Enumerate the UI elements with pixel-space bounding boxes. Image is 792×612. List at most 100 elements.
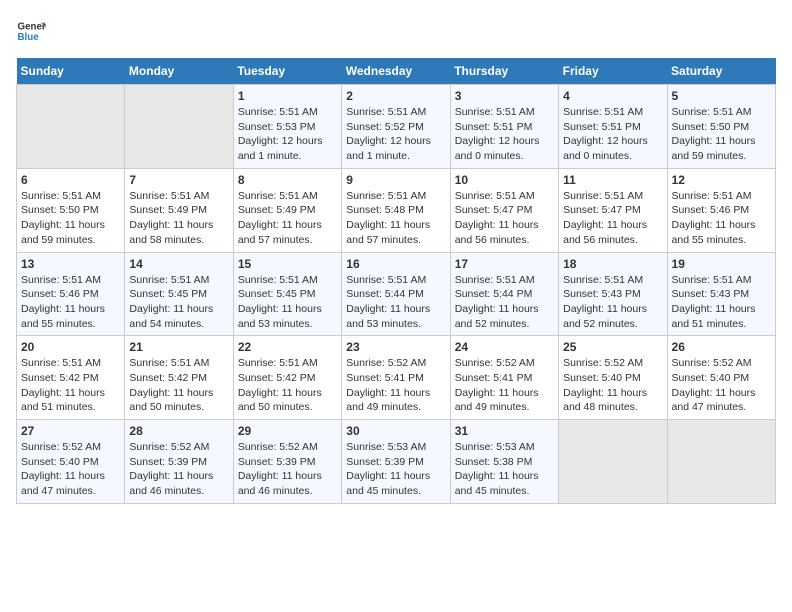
calendar-cell: 22Sunrise: 5:51 AM Sunset: 5:42 PM Dayli…	[233, 336, 341, 420]
day-number: 12	[672, 173, 771, 187]
calendar-cell: 28 Sunrise: 5:52 AM Sunset: 5:39 PM Dayli…	[125, 420, 233, 504]
day-info: Sunrise: 5:51 AM Sunset: 5:49 PM Dayligh…	[129, 189, 228, 248]
day-number: 31	[455, 424, 554, 438]
day-number: 17	[455, 257, 554, 271]
calendar-cell: 3 Sunrise: 5:51 AM Sunset: 5:51 PM Daylig…	[450, 85, 558, 169]
weekday-header-friday: Friday	[559, 58, 667, 85]
weekday-header-tuesday: Tuesday	[233, 58, 341, 85]
calendar-cell: 24 Sunrise: 5:52 AM Sunset: 5:41 PM Dayli…	[450, 336, 558, 420]
day-info: Sunrise: 5:53 AM Sunset: 5:38 PM Dayligh…	[455, 440, 554, 499]
day-info: Sunrise: 5:52 AM Sunset: 5:39 PM Dayligh…	[129, 440, 228, 499]
logo-icon: General Blue	[16, 16, 46, 46]
calendar-cell: 14 Sunrise: 5:51 AM Sunset: 5:45 PM Dayli…	[125, 252, 233, 336]
calendar-week-row: 20Sunrise: 5:51 AM Sunset: 5:42 PM Dayli…	[17, 336, 776, 420]
calendar-cell: 20Sunrise: 5:51 AM Sunset: 5:42 PM Dayli…	[17, 336, 125, 420]
weekday-header-monday: Monday	[125, 58, 233, 85]
calendar-cell: 1 Sunrise: 5:51 AM Sunset: 5:53 PM Daylig…	[233, 85, 341, 169]
day-info: Sunrise: 5:51 AM Sunset: 5:50 PM Dayligh…	[672, 105, 771, 164]
day-info: Sunrise: 5:52 AM Sunset: 5:41 PM Dayligh…	[346, 356, 445, 415]
day-info: Sunrise: 5:52 AM Sunset: 5:40 PM Dayligh…	[563, 356, 662, 415]
day-number: 1	[238, 89, 337, 103]
calendar-cell: 29 Sunrise: 5:52 AM Sunset: 5:39 PM Dayli…	[233, 420, 341, 504]
calendar-cell: 10Sunrise: 5:51 AM Sunset: 5:47 PM Dayli…	[450, 168, 558, 252]
page-header: General Blue	[16, 16, 776, 46]
logo: General Blue	[16, 16, 50, 46]
day-info: Sunrise: 5:51 AM Sunset: 5:43 PM Dayligh…	[672, 273, 771, 332]
day-number: 6	[21, 173, 120, 187]
day-number: 10	[455, 173, 554, 187]
day-info: Sunrise: 5:52 AM Sunset: 5:40 PM Dayligh…	[21, 440, 120, 499]
calendar-cell: 5Sunrise: 5:51 AM Sunset: 5:50 PM Daylig…	[667, 85, 775, 169]
calendar-cell: 27 Sunrise: 5:52 AM Sunset: 5:40 PM Dayli…	[17, 420, 125, 504]
day-number: 25	[563, 340, 662, 354]
day-number: 13	[21, 257, 120, 271]
calendar-week-row: 27 Sunrise: 5:52 AM Sunset: 5:40 PM Dayli…	[17, 420, 776, 504]
day-number: 19	[672, 257, 771, 271]
calendar-cell: 9 Sunrise: 5:51 AM Sunset: 5:48 PM Daylig…	[342, 168, 450, 252]
calendar-cell: 17Sunrise: 5:51 AM Sunset: 5:44 PM Dayli…	[450, 252, 558, 336]
day-number: 21	[129, 340, 228, 354]
day-number: 8	[238, 173, 337, 187]
day-number: 4	[563, 89, 662, 103]
day-info: Sunrise: 5:52 AM Sunset: 5:41 PM Dayligh…	[455, 356, 554, 415]
calendar-table: SundayMondayTuesdayWednesdayThursdayFrid…	[16, 58, 776, 504]
calendar-cell: 23 Sunrise: 5:52 AM Sunset: 5:41 PM Dayli…	[342, 336, 450, 420]
weekday-header-sunday: Sunday	[17, 58, 125, 85]
day-info: Sunrise: 5:51 AM Sunset: 5:43 PM Dayligh…	[563, 273, 662, 332]
day-number: 15	[238, 257, 337, 271]
calendar-cell: 21 Sunrise: 5:51 AM Sunset: 5:42 PM Dayli…	[125, 336, 233, 420]
day-number: 9	[346, 173, 445, 187]
calendar-cell: 25 Sunrise: 5:52 AM Sunset: 5:40 PM Dayli…	[559, 336, 667, 420]
day-number: 30	[346, 424, 445, 438]
day-info: Sunrise: 5:52 AM Sunset: 5:40 PM Dayligh…	[672, 356, 771, 415]
day-info: Sunrise: 5:51 AM Sunset: 5:50 PM Dayligh…	[21, 189, 120, 248]
day-number: 28	[129, 424, 228, 438]
calendar-week-row: 1 Sunrise: 5:51 AM Sunset: 5:53 PM Daylig…	[17, 85, 776, 169]
day-info: Sunrise: 5:51 AM Sunset: 5:52 PM Dayligh…	[346, 105, 445, 164]
calendar-cell: 6 Sunrise: 5:51 AM Sunset: 5:50 PM Daylig…	[17, 168, 125, 252]
day-info: Sunrise: 5:51 AM Sunset: 5:42 PM Dayligh…	[129, 356, 228, 415]
calendar-cell: 7 Sunrise: 5:51 AM Sunset: 5:49 PM Daylig…	[125, 168, 233, 252]
day-number: 26	[672, 340, 771, 354]
day-number: 18	[563, 257, 662, 271]
weekday-header-wednesday: Wednesday	[342, 58, 450, 85]
calendar-cell: 31 Sunrise: 5:53 AM Sunset: 5:38 PM Dayli…	[450, 420, 558, 504]
calendar-cell: 12 Sunrise: 5:51 AM Sunset: 5:46 PM Dayli…	[667, 168, 775, 252]
day-info: Sunrise: 5:51 AM Sunset: 5:42 PM Dayligh…	[21, 356, 120, 415]
calendar-cell: 13Sunrise: 5:51 AM Sunset: 5:46 PM Dayli…	[17, 252, 125, 336]
weekday-header-thursday: Thursday	[450, 58, 558, 85]
weekday-header-saturday: Saturday	[667, 58, 775, 85]
day-number: 2	[346, 89, 445, 103]
calendar-cell	[559, 420, 667, 504]
calendar-cell	[17, 85, 125, 169]
day-info: Sunrise: 5:51 AM Sunset: 5:47 PM Dayligh…	[563, 189, 662, 248]
calendar-cell: 19 Sunrise: 5:51 AM Sunset: 5:43 PM Dayli…	[667, 252, 775, 336]
calendar-cell: 2 Sunrise: 5:51 AM Sunset: 5:52 PM Daylig…	[342, 85, 450, 169]
day-number: 7	[129, 173, 228, 187]
day-number: 22	[238, 340, 337, 354]
calendar-week-row: 6 Sunrise: 5:51 AM Sunset: 5:50 PM Daylig…	[17, 168, 776, 252]
day-info: Sunrise: 5:51 AM Sunset: 5:51 PM Dayligh…	[563, 105, 662, 164]
day-number: 14	[129, 257, 228, 271]
calendar-cell	[125, 85, 233, 169]
calendar-cell: 11 Sunrise: 5:51 AM Sunset: 5:47 PM Dayli…	[559, 168, 667, 252]
day-number: 29	[238, 424, 337, 438]
day-info: Sunrise: 5:51 AM Sunset: 5:48 PM Dayligh…	[346, 189, 445, 248]
day-info: Sunrise: 5:52 AM Sunset: 5:39 PM Dayligh…	[238, 440, 337, 499]
calendar-cell: 4 Sunrise: 5:51 AM Sunset: 5:51 PM Daylig…	[559, 85, 667, 169]
day-info: Sunrise: 5:51 AM Sunset: 5:46 PM Dayligh…	[672, 189, 771, 248]
calendar-cell: 26 Sunrise: 5:52 AM Sunset: 5:40 PM Dayli…	[667, 336, 775, 420]
day-number: 24	[455, 340, 554, 354]
day-number: 27	[21, 424, 120, 438]
day-number: 3	[455, 89, 554, 103]
day-number: 16	[346, 257, 445, 271]
day-info: Sunrise: 5:51 AM Sunset: 5:51 PM Dayligh…	[455, 105, 554, 164]
day-number: 23	[346, 340, 445, 354]
calendar-cell: 15Sunrise: 5:51 AM Sunset: 5:45 PM Dayli…	[233, 252, 341, 336]
day-number: 11	[563, 173, 662, 187]
calendar-week-row: 13Sunrise: 5:51 AM Sunset: 5:46 PM Dayli…	[17, 252, 776, 336]
day-info: Sunrise: 5:51 AM Sunset: 5:53 PM Dayligh…	[238, 105, 337, 164]
day-info: Sunrise: 5:51 AM Sunset: 5:45 PM Dayligh…	[129, 273, 228, 332]
weekday-header-row: SundayMondayTuesdayWednesdayThursdayFrid…	[17, 58, 776, 85]
day-info: Sunrise: 5:53 AM Sunset: 5:39 PM Dayligh…	[346, 440, 445, 499]
